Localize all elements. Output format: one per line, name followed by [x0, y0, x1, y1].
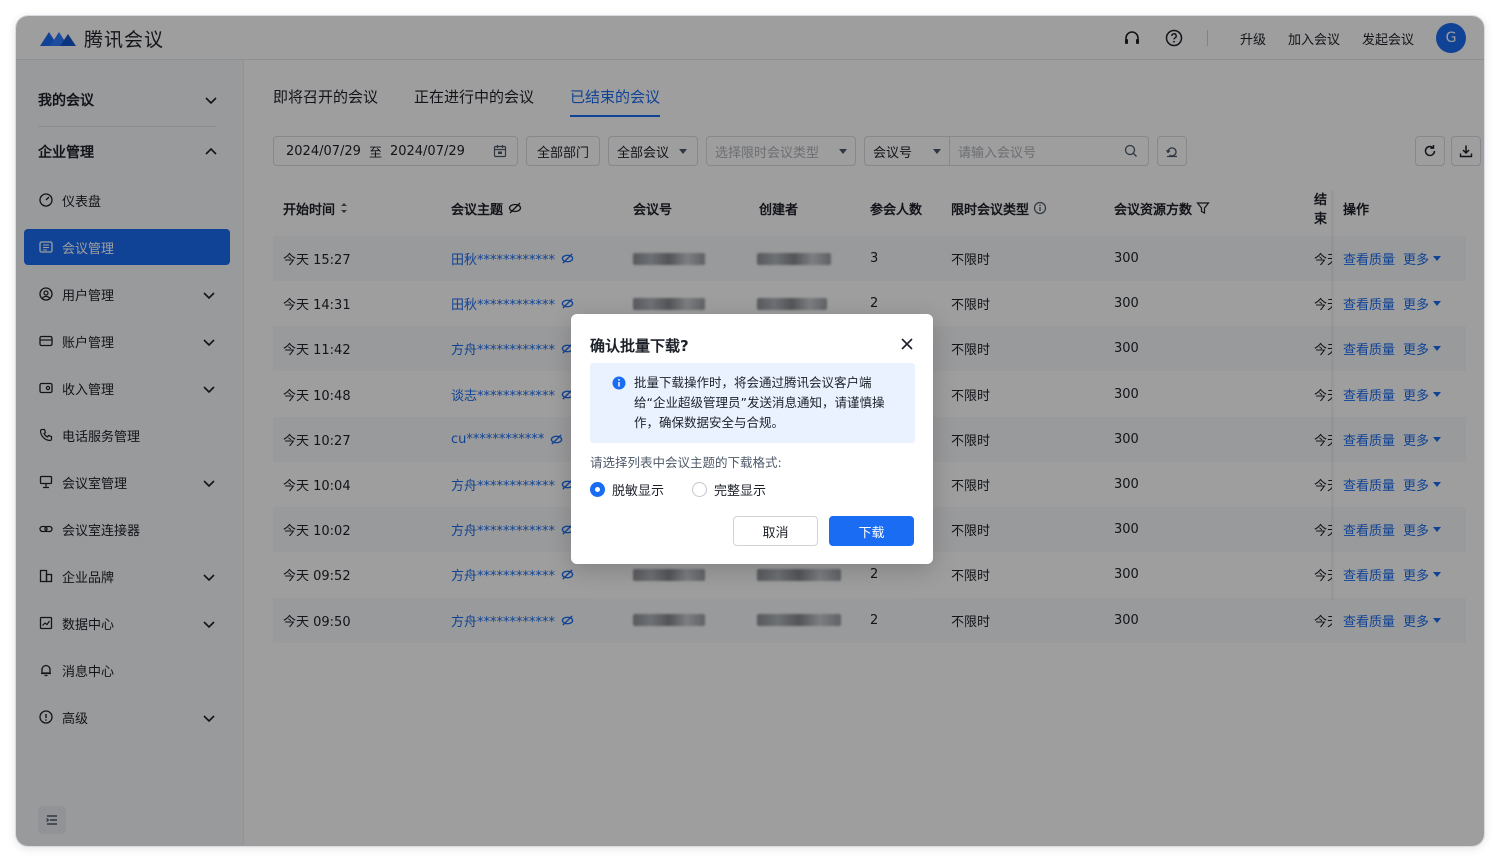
dialog-info-box: 批量下载操作时，将会通过腾讯会议客户端给“企业超级管理员”发送消息通知，请谨慎操… — [590, 363, 915, 443]
radio-masked[interactable]: 脱敏显示 — [590, 480, 664, 499]
radio-label: 完整显示 — [714, 484, 767, 499]
radio-checked-indicator — [590, 482, 605, 497]
radio-label: 脱敏显示 — [612, 484, 665, 499]
dialog-title: 确认批量下载? — [590, 337, 689, 355]
radio-unchecked-indicator — [692, 482, 708, 497]
dialog-format-prompt: 请选择列表中会议主题的下载格式: — [590, 455, 782, 470]
format-radio-group: 脱敏显示 完整显示 — [590, 480, 794, 499]
radio-full[interactable]: 完整显示 — [692, 480, 766, 499]
cancel-button[interactable]: 取消 — [733, 516, 818, 546]
download-button[interactable]: 下载 — [829, 516, 914, 546]
close-icon[interactable] — [899, 336, 915, 352]
dialog-info-text: 批量下载操作时，将会通过腾讯会议客户端给“企业超级管理员”发送消息通知，请谨慎操… — [634, 375, 885, 430]
confirm-download-dialog: 确认批量下载? 批量下载操作时，将会通过腾讯会议客户端给“企业超级管理员”发送消… — [571, 314, 933, 564]
info-circle-icon — [612, 376, 626, 390]
